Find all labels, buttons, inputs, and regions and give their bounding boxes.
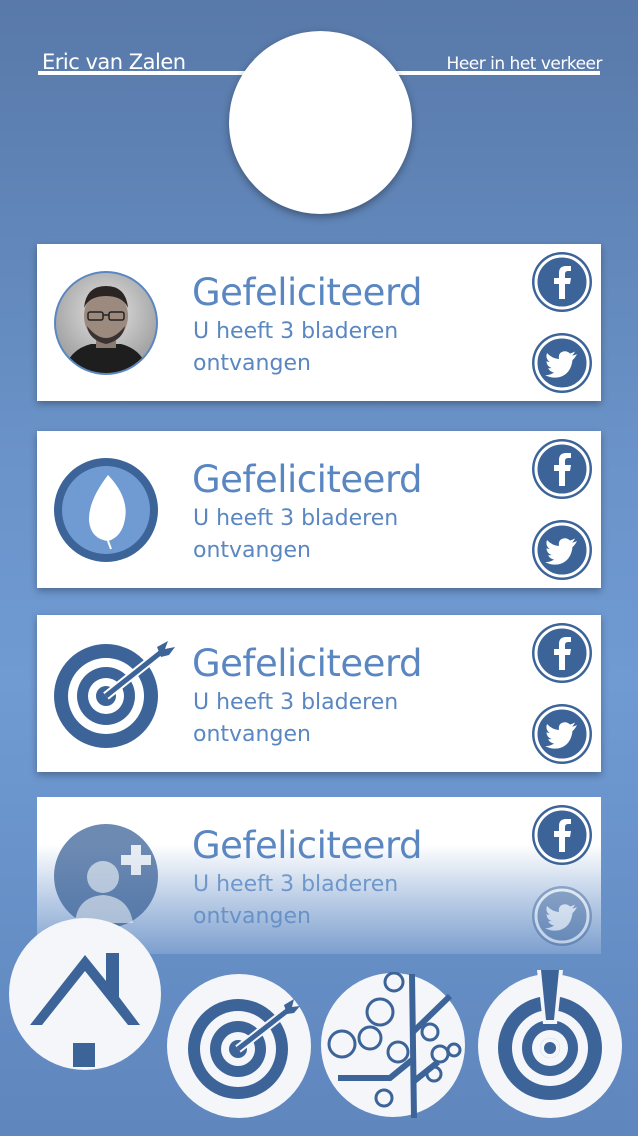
card-message: U heeft 3 bladeren ontvangen <box>193 506 399 563</box>
avatar[interactable] <box>229 31 412 214</box>
facebook-icon[interactable] <box>531 438 593 500</box>
user-name: Eric van Zalen <box>42 50 186 74</box>
notification-card[interactable]: Gefeliciteerd U heeft 3 bladeren ontvang… <box>37 431 601 588</box>
card-title: Gefeliciteerd <box>192 642 423 685</box>
notification-card[interactable]: Gefeliciteerd U heeft 3 bladeren ontvang… <box>37 615 601 772</box>
nav-alerts-button[interactable] <box>475 968 625 1122</box>
nav-tree-button[interactable] <box>320 971 466 1122</box>
nav-goals-button[interactable] <box>166 973 312 1123</box>
card-message: U heeft 3 bladeren ontvangen <box>193 872 399 929</box>
facebook-icon[interactable] <box>531 251 593 313</box>
twitter-icon[interactable] <box>531 519 593 581</box>
leaf-icon <box>53 457 159 563</box>
facebook-icon[interactable] <box>531 622 593 684</box>
twitter-icon[interactable] <box>531 703 593 765</box>
target-icon <box>53 639 183 748</box>
home-icon <box>9 918 161 1070</box>
tree-icon <box>321 971 465 1119</box>
twitter-icon[interactable] <box>531 332 593 394</box>
card-title: Gefeliciteerd <box>192 458 423 501</box>
notification-card[interactable]: Gefeliciteerd U heeft 3 bladeren ontvang… <box>37 244 601 401</box>
twitter-icon[interactable] <box>531 885 593 947</box>
card-title: Gefeliciteerd <box>192 271 423 314</box>
alert-target-icon <box>478 970 622 1118</box>
target-icon <box>167 974 311 1118</box>
facebook-icon[interactable] <box>531 804 593 866</box>
nav-home-button[interactable] <box>8 917 162 1075</box>
add-user-icon <box>53 823 159 929</box>
card-message: U heeft 3 bladeren ontvangen <box>193 690 399 747</box>
profile-photo <box>53 270 159 376</box>
card-message: U heeft 3 bladeren ontvangen <box>193 319 399 376</box>
user-status: Heer in het verkeer <box>446 54 603 74</box>
card-title: Gefeliciteerd <box>192 824 423 867</box>
